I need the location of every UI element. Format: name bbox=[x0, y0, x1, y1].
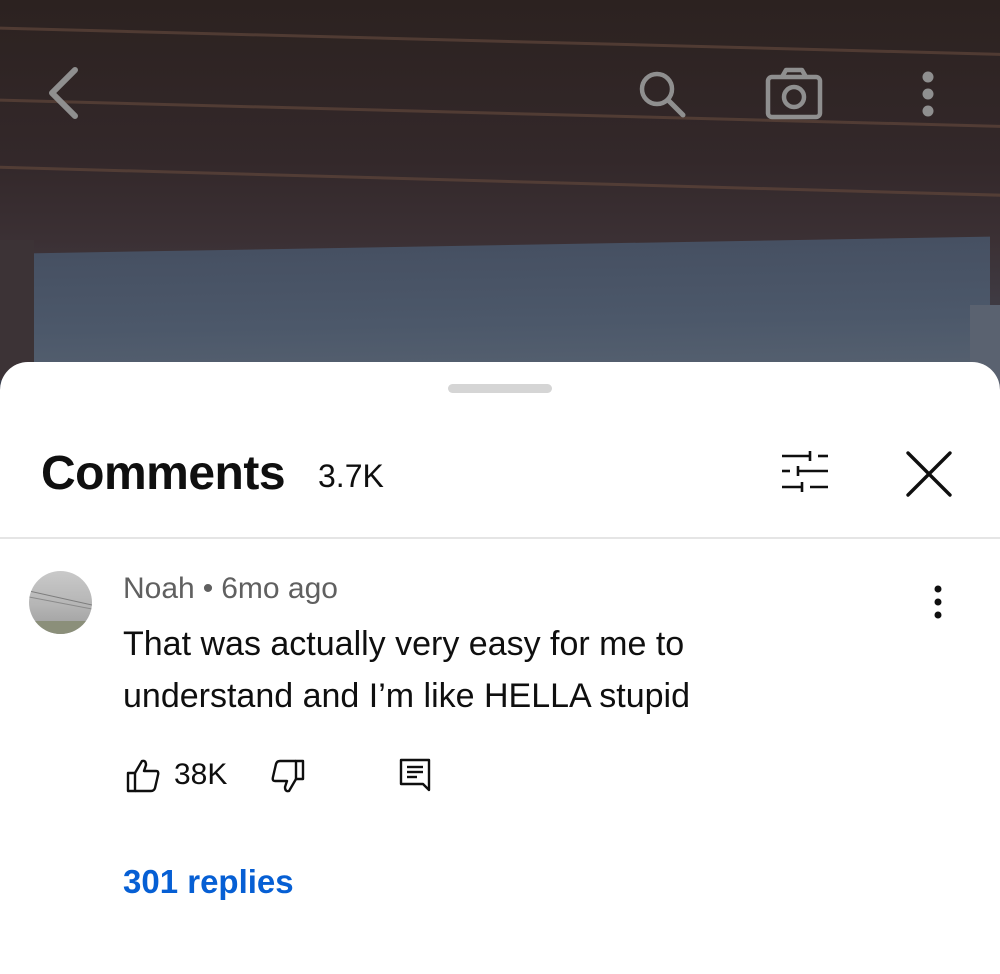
more-vertical-icon[interactable] bbox=[912, 66, 944, 122]
video-beam-line bbox=[0, 98, 1000, 129]
comment-time: 6mo ago bbox=[221, 572, 338, 605]
meta-separator: • bbox=[202, 572, 214, 605]
video-beam-line bbox=[0, 165, 1000, 198]
like-count: 38K bbox=[174, 758, 228, 791]
reply-comment-icon[interactable] bbox=[396, 755, 434, 795]
search-icon[interactable] bbox=[634, 66, 690, 122]
thumbs-up-icon[interactable] bbox=[124, 756, 162, 796]
more-vertical-icon[interactable] bbox=[920, 582, 956, 622]
comment-author[interactable]: Noah bbox=[123, 572, 195, 605]
comments-title: Comments bbox=[41, 447, 286, 500]
drag-handle[interactable] bbox=[448, 384, 552, 393]
comment-text: That was actually very easy for me to un… bbox=[123, 625, 691, 715]
header-divider bbox=[0, 537, 1000, 539]
thumbs-down-icon[interactable] bbox=[268, 756, 308, 796]
sort-filter-icon[interactable] bbox=[778, 448, 832, 496]
close-icon[interactable] bbox=[903, 448, 955, 500]
view-replies-link[interactable]: 301 replies bbox=[123, 863, 294, 901]
youtube-comments-screen: Comments 3.7K Noah • 6mo ago That was ac… bbox=[0, 0, 1000, 974]
comments-panel: Comments 3.7K Noah • 6mo ago That was ac… bbox=[0, 362, 1000, 974]
video-background[interactable] bbox=[0, 0, 1000, 400]
avatar[interactable] bbox=[29, 571, 92, 634]
video-beam-line bbox=[0, 26, 1000, 57]
comment-meta: Noah • 6mo ago bbox=[123, 572, 338, 606]
video-pillar bbox=[0, 240, 34, 380]
back-chevron-icon[interactable] bbox=[40, 64, 86, 122]
comments-count: 3.7K bbox=[318, 458, 384, 494]
camera-icon[interactable] bbox=[763, 66, 825, 122]
